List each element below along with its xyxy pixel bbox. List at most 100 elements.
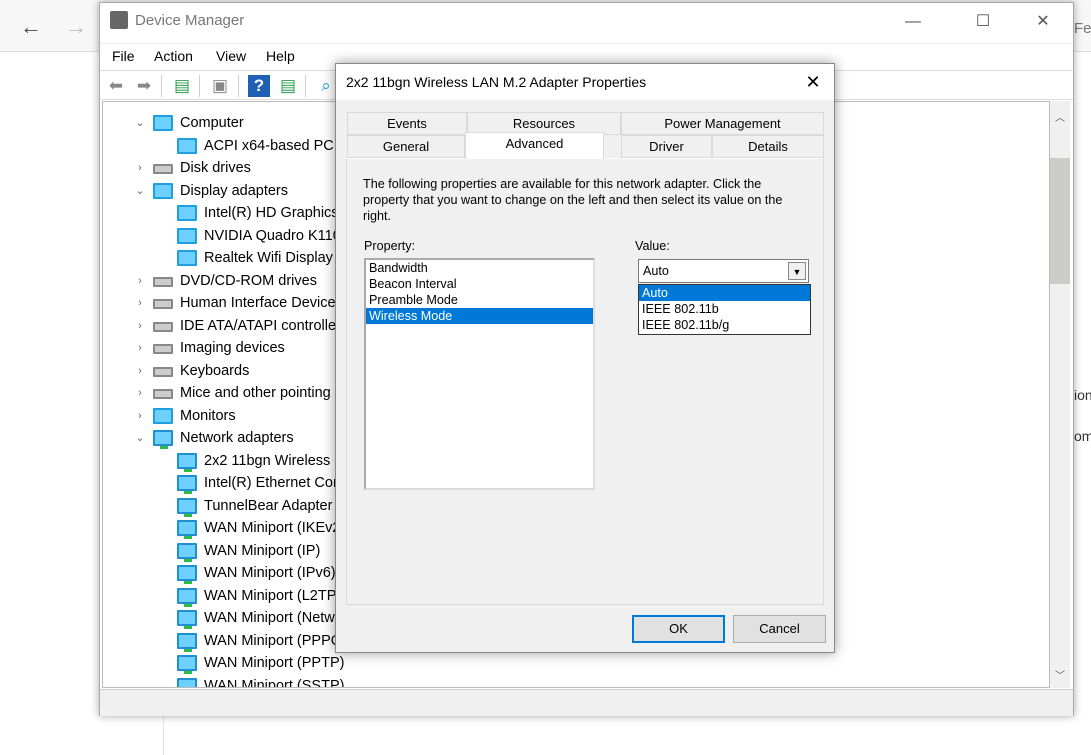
advanced-tab-panel: The following properties are available f…	[346, 158, 824, 605]
menu-action[interactable]: Action	[154, 48, 193, 64]
network-icon	[177, 655, 197, 674]
network-icon	[177, 587, 197, 607]
device-manager-icon	[110, 11, 128, 29]
scan-hardware-icon[interactable]: ⌕	[315, 75, 337, 97]
chevron-right-icon[interactable]: ›	[134, 315, 146, 337]
show-hide-console-tree-icon[interactable]: ▤	[171, 75, 193, 97]
minimize-button[interactable]: —	[890, 9, 936, 35]
chevron-right-icon[interactable]: ›	[134, 360, 146, 382]
forward-icon[interactable]: ➡	[133, 75, 155, 97]
scroll-down-icon[interactable]: ﹀	[1055, 667, 1065, 682]
value-combobox[interactable]: Auto ▼	[638, 259, 809, 283]
tree-item-label: 2x2 11bgn Wireless L	[204, 452, 343, 469]
network-icon	[153, 430, 173, 449]
network-icon	[177, 565, 197, 584]
tree-item-label: Computer	[180, 115, 244, 131]
network-icon	[177, 632, 197, 652]
value-label: Value:	[635, 239, 670, 253]
tree-item-label: Monitors	[180, 407, 236, 424]
display-icon	[177, 250, 197, 266]
tab-power-management[interactable]: Power Management	[621, 112, 824, 135]
menu-view[interactable]: View	[216, 48, 246, 64]
back-icon[interactable]: ⬅	[105, 75, 127, 97]
action-pane-icon[interactable]: ▤	[277, 75, 299, 97]
value-option[interactable]: IEEE 802.11b/g	[639, 317, 810, 333]
tree-item-label: WAN Miniport (Netw	[204, 610, 335, 626]
chevron-right-icon[interactable]: ›	[134, 157, 146, 179]
scrollbar-thumb[interactable]	[1050, 158, 1070, 284]
tree-item-label: WAN Miniport (PPTP)	[204, 655, 345, 671]
background-text: ion	[1074, 387, 1091, 403]
maximize-button[interactable]: ☐	[960, 9, 1006, 35]
property-item[interactable]: Wireless Mode	[366, 308, 593, 324]
tree-item-label: WAN Miniport (IP)	[204, 542, 321, 559]
property-item[interactable]: Preamble Mode	[366, 292, 593, 308]
background-text: Fe	[1074, 20, 1091, 37]
property-label: Property:	[364, 239, 416, 253]
chevron-down-icon[interactable]: ⌄	[134, 180, 146, 202]
scroll-up-icon[interactable]: ︿	[1055, 109, 1065, 124]
tab-details[interactable]: Details	[712, 135, 824, 158]
tree-item-label: DVD/CD-ROM drives	[180, 272, 317, 289]
mouse-icon	[153, 389, 173, 399]
value-option[interactable]: Auto	[639, 285, 810, 301]
properties-icon[interactable]: ▣	[209, 75, 231, 97]
tree-item[interactable]: WAN Miniport (PPTP)	[103, 652, 1049, 674]
forward-button[interactable]: →	[65, 14, 87, 40]
tab-events[interactable]: Events	[347, 112, 467, 135]
keyboard-icon	[153, 366, 173, 377]
tree-item-label: Human Interface Devices	[180, 295, 343, 311]
value-dropdown-list[interactable]: Auto IEEE 802.11b IEEE 802.11b/g	[638, 284, 811, 335]
background-text: om	[1074, 428, 1091, 444]
tree-item-label: NVIDIA Quadro K110	[204, 227, 341, 244]
display-icon	[177, 227, 197, 244]
network-icon	[177, 497, 197, 517]
menu-file[interactable]: File	[112, 48, 135, 64]
chevron-down-icon[interactable]: ⌄	[134, 112, 146, 134]
dialog-title-bar: 2x2 11bgn Wireless LAN M.2 Adapter Prope…	[336, 64, 834, 100]
value-selected: Auto	[643, 264, 669, 278]
close-button[interactable]: ✕	[1020, 9, 1066, 35]
value-option[interactable]: IEEE 802.11b	[639, 301, 810, 317]
property-list[interactable]: Bandwidth Beacon Interval Preamble Mode Wir…	[364, 258, 595, 490]
chevron-right-icon[interactable]: ›	[134, 292, 146, 314]
chevron-right-icon[interactable]: ›	[134, 337, 146, 359]
ok-button[interactable]: OK	[632, 615, 725, 643]
network-icon	[177, 610, 197, 629]
disk-icon	[153, 164, 173, 174]
tree-item-label: Imaging devices	[180, 340, 285, 356]
tree-item-label: Disk drives	[180, 160, 251, 176]
tree-item[interactable]: WAN Miniport (SSTP)	[103, 675, 1049, 688]
computer-icon	[177, 137, 197, 154]
separator	[305, 75, 306, 97]
tab-driver[interactable]: Driver	[621, 135, 712, 158]
chevron-down-icon[interactable]: ⌄	[134, 427, 146, 449]
menu-help[interactable]: Help	[266, 48, 295, 64]
tree-item-label: WAN Miniport (IPv6)	[204, 565, 336, 581]
back-button[interactable]: ←	[20, 14, 42, 40]
adapter-properties-dialog: 2x2 11bgn Wireless LAN M.2 Adapter Prope…	[335, 63, 835, 653]
dropdown-arrow-icon[interactable]: ▼	[788, 262, 806, 280]
property-item[interactable]: Beacon Interval	[366, 276, 593, 292]
cancel-button[interactable]: Cancel	[733, 615, 826, 643]
display-icon	[153, 182, 173, 199]
tree-item-label: Intel(R) HD Graphics	[204, 205, 339, 221]
ide-icon	[153, 321, 173, 332]
chevron-right-icon[interactable]: ›	[134, 405, 146, 427]
tree-item-label: Display adapters	[180, 182, 288, 199]
window-title: Device Manager	[135, 12, 245, 29]
tab-general[interactable]: General	[347, 135, 465, 158]
tree-item-label: TunnelBear Adapter	[204, 497, 333, 514]
tab-advanced[interactable]: Advanced	[465, 132, 604, 159]
monitor-icon	[153, 407, 173, 424]
chevron-right-icon[interactable]: ›	[134, 270, 146, 292]
help-icon[interactable]: ?	[248, 75, 270, 97]
chevron-right-icon[interactable]: ›	[134, 382, 146, 404]
tree-item-label: WAN Miniport (PPPO	[204, 632, 343, 649]
separator	[199, 75, 200, 97]
dialog-close-button[interactable]: ✕	[798, 70, 828, 94]
property-item[interactable]: Bandwidth	[366, 260, 593, 276]
tree-item-label: WAN Miniport (SSTP)	[204, 677, 345, 688]
network-icon	[177, 475, 197, 494]
tree-item-label: WAN Miniport (L2TP	[204, 587, 337, 604]
